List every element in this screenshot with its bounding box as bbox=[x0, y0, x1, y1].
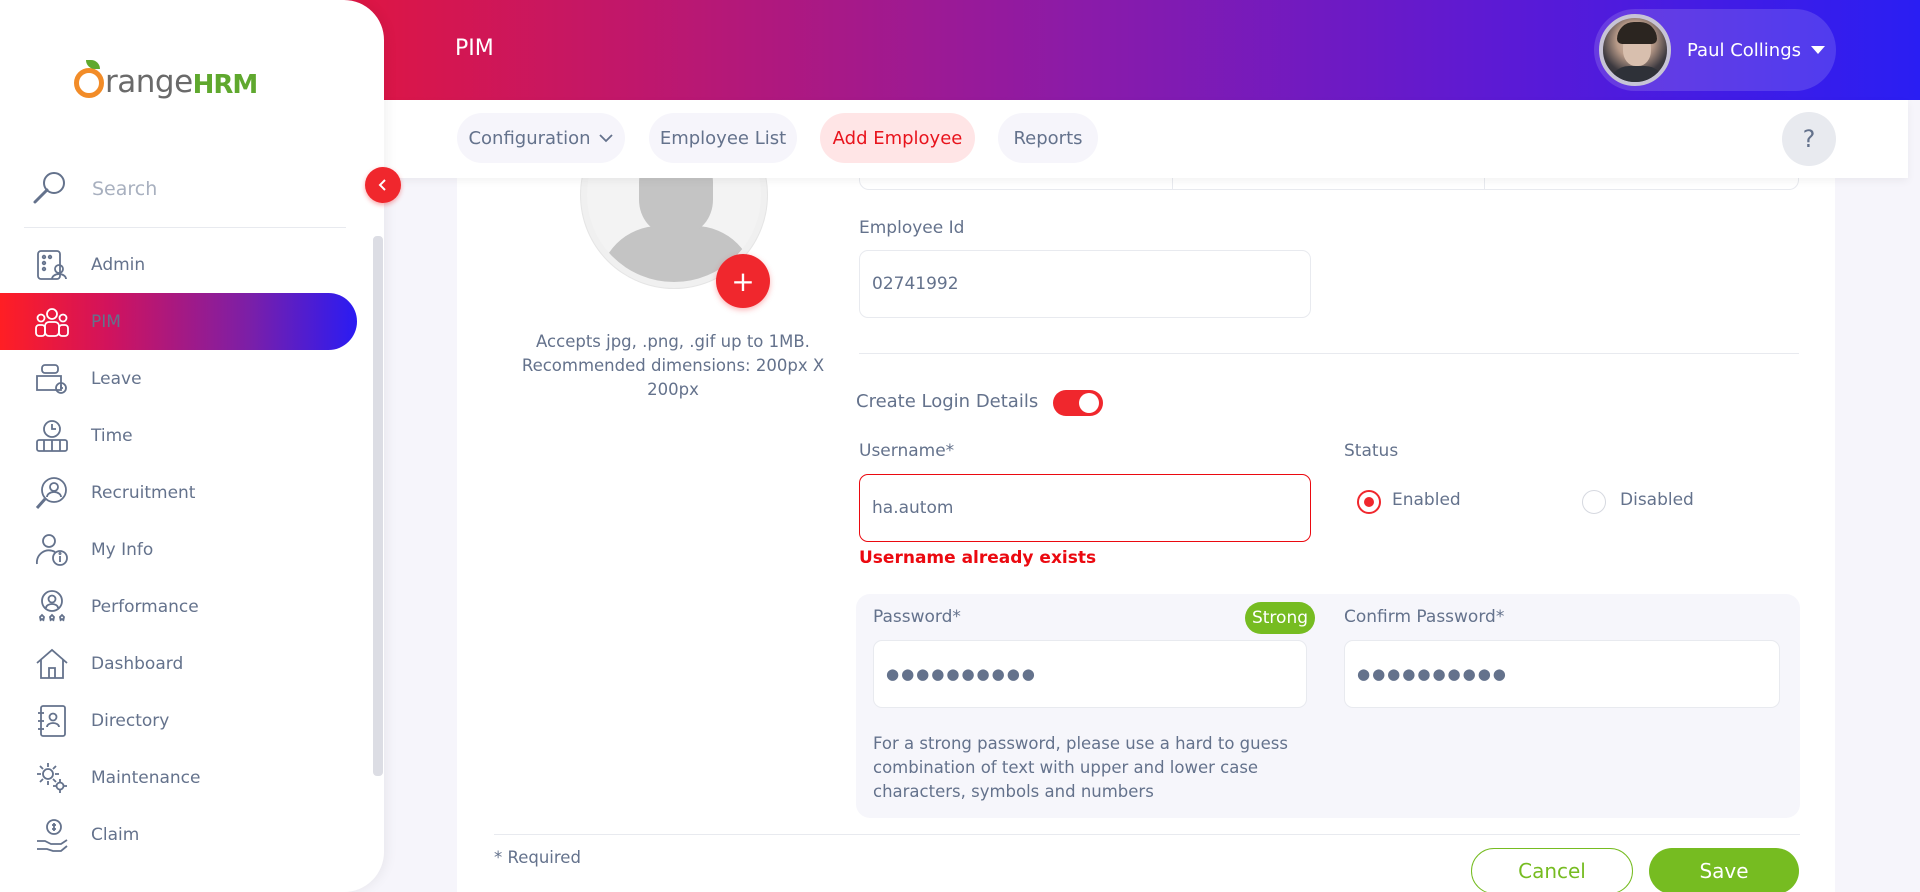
sidebar-search bbox=[24, 150, 346, 228]
create-login-toggle[interactable] bbox=[1053, 390, 1103, 416]
sidebar-menu: Admin PIM Leave Time Recruitment My Info… bbox=[0, 236, 360, 863]
username-input[interactable] bbox=[872, 498, 1310, 518]
collapse-sidebar-button[interactable] bbox=[365, 167, 401, 203]
tab-label: Add Employee bbox=[832, 127, 963, 149]
username-error: Username already exists bbox=[859, 548, 1097, 568]
sidebar-item-label: Performance bbox=[91, 596, 199, 617]
pim-icon bbox=[32, 302, 72, 342]
photo-hint: Accepts jpg, .png, .gif up to 1MB. Recom… bbox=[521, 332, 825, 399]
sidebar-item-pim[interactable]: PIM bbox=[0, 293, 357, 350]
sidebar-item-label: PIM bbox=[91, 311, 121, 332]
tab-configuration[interactable]: Configuration bbox=[457, 113, 625, 163]
search-input[interactable] bbox=[92, 177, 332, 200]
add-photo-button[interactable]: + bbox=[716, 254, 770, 308]
password-strength-badge: Strong bbox=[1245, 602, 1315, 634]
status-disabled-radio[interactable] bbox=[1582, 490, 1606, 514]
sidebar-item-dashboard[interactable]: Dashboard bbox=[0, 635, 360, 692]
sidebar-item-label: Time bbox=[91, 425, 133, 446]
help-button[interactable]: ? bbox=[1782, 112, 1836, 166]
password-label: Password* bbox=[873, 607, 961, 627]
sidebar-item-directory[interactable]: Directory bbox=[0, 692, 360, 749]
sidebar-item-label: Maintenance bbox=[91, 767, 201, 788]
maintenance-icon bbox=[32, 758, 72, 798]
status-enabled-radio[interactable] bbox=[1357, 490, 1381, 514]
confirm-password-input[interactable]: ●●●●●●●●●● bbox=[1357, 665, 1508, 683]
password-hint: For a strong password, please use a hard… bbox=[873, 734, 1288, 801]
chevron-down-icon bbox=[598, 134, 613, 143]
brand-name: range bbox=[105, 64, 193, 100]
cancel-button[interactable]: Cancel bbox=[1471, 848, 1633, 892]
tab-label: Configuration bbox=[468, 127, 591, 149]
sidebar-item-recruitment[interactable]: Recruitment bbox=[0, 464, 360, 521]
directory-icon bbox=[32, 701, 72, 741]
sidebar-item-label: Recruitment bbox=[91, 482, 196, 503]
status-enabled-label: Enabled bbox=[1392, 490, 1461, 510]
add-employee-form: + Accepts jpg, .png, .gif up to 1MB. Rec… bbox=[457, 166, 1835, 892]
password-input[interactable]: ●●●●●●●●●● bbox=[886, 665, 1037, 683]
divider bbox=[494, 834, 1800, 835]
create-login-label: Create Login Details bbox=[856, 391, 1039, 412]
dashboard-icon bbox=[32, 644, 72, 684]
employee-id-label: Employee Id bbox=[859, 218, 965, 238]
divider bbox=[859, 353, 1799, 354]
tab-label: Employee List bbox=[659, 127, 787, 149]
user-avatar bbox=[1599, 14, 1671, 86]
employee-id-field[interactable] bbox=[859, 250, 1311, 318]
sidebar-item-label: Dashboard bbox=[91, 653, 184, 674]
time-icon bbox=[32, 416, 72, 456]
my-info-icon bbox=[32, 530, 72, 570]
sub-navigation: Configuration Employee List Add Employee… bbox=[300, 100, 1908, 178]
sidebar-item-label: Claim bbox=[91, 824, 140, 845]
username-label: Username* bbox=[859, 441, 955, 461]
claim-icon bbox=[32, 815, 72, 855]
tab-add-employee[interactable]: Add Employee bbox=[820, 113, 975, 163]
brand-suffix: HRM bbox=[192, 70, 259, 100]
confirm-password-field[interactable]: ●●●●●●●●●● bbox=[1344, 640, 1780, 708]
sidebar-item-performance[interactable]: Performance bbox=[0, 578, 360, 635]
sidebar-item-time[interactable]: Time bbox=[0, 407, 360, 464]
employee-id-input[interactable] bbox=[872, 274, 1310, 294]
orange-logo-icon bbox=[72, 60, 106, 98]
performance-icon bbox=[32, 587, 72, 627]
username-field[interactable] bbox=[859, 474, 1311, 542]
sidebar-item-my-info[interactable]: My Info bbox=[0, 521, 360, 578]
status-label: Status bbox=[1344, 441, 1399, 461]
caret-down-icon bbox=[1811, 46, 1826, 54]
sidebar-item-maintenance[interactable]: Maintenance bbox=[0, 749, 360, 806]
sidebar-item-label: Admin bbox=[91, 254, 146, 275]
password-panel: Password* Strong ●●●●●●●●●● Confirm Pass… bbox=[856, 594, 1800, 818]
orangehrm-logo: range HRM bbox=[72, 48, 259, 100]
tab-employee-list[interactable]: Employee List bbox=[649, 113, 797, 163]
tab-reports[interactable]: Reports bbox=[998, 113, 1098, 163]
save-button[interactable]: Save bbox=[1649, 848, 1799, 892]
sidebar-item-leave[interactable]: Leave bbox=[0, 350, 360, 407]
status-disabled-label: Disabled bbox=[1620, 490, 1694, 510]
sidebar: range HRM Admin PIM Leave Time Recruitme… bbox=[0, 0, 384, 892]
sidebar-item-label: Leave bbox=[91, 368, 142, 389]
sidebar-item-admin[interactable]: Admin bbox=[0, 236, 360, 293]
module-title: PIM bbox=[455, 36, 494, 61]
user-dropdown[interactable]: Paul Collings bbox=[1594, 9, 1836, 91]
confirm-password-label: Confirm Password* bbox=[1344, 607, 1505, 627]
sidebar-item-label: Directory bbox=[91, 710, 170, 731]
sidebar-item-label: My Info bbox=[91, 539, 154, 560]
tab-label: Reports bbox=[1013, 127, 1083, 149]
leave-icon bbox=[32, 359, 72, 399]
sidebar-item-claim[interactable]: Claim bbox=[0, 806, 360, 863]
search-icon bbox=[24, 169, 76, 209]
admin-icon bbox=[32, 245, 72, 285]
sidebar-scrollbar[interactable] bbox=[373, 236, 383, 776]
password-field[interactable]: ●●●●●●●●●● bbox=[873, 640, 1307, 708]
required-note: * Required bbox=[494, 848, 581, 867]
chevron-left-icon bbox=[378, 179, 386, 191]
user-name: Paul Collings bbox=[1687, 39, 1802, 61]
recruitment-icon bbox=[32, 473, 72, 513]
